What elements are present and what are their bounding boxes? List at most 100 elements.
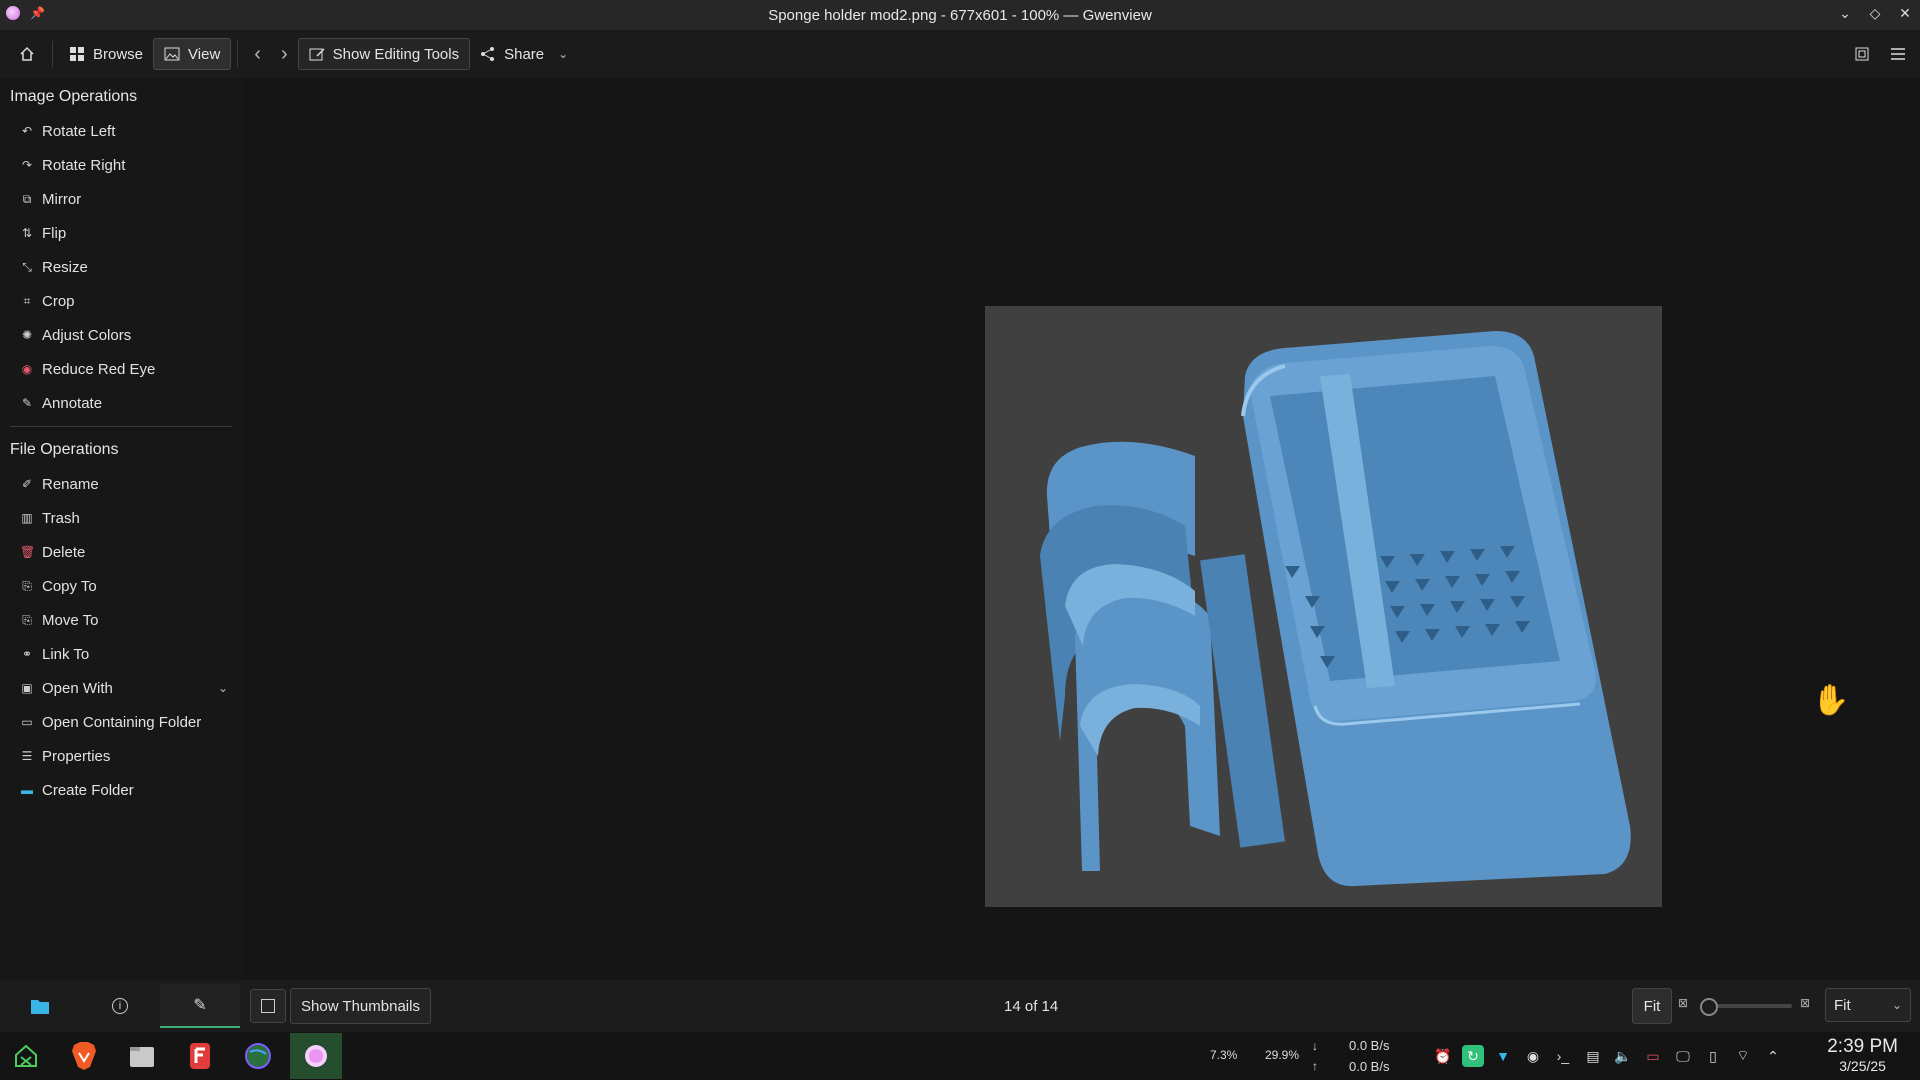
next-button[interactable]: ›: [271, 38, 298, 70]
chevron-left-icon: ‹: [254, 42, 261, 65]
sidebar-item-mirror[interactable]: ⧉ Mirror: [0, 182, 242, 216]
toggle-sidebar-button[interactable]: [250, 989, 286, 1023]
sidebar-item-move-to[interactable]: ⎘ Move To: [0, 603, 242, 637]
sidebar-item-crop[interactable]: ⌗ Crop: [0, 284, 242, 318]
upload-arrow-icon: ↑: [1312, 1059, 1318, 1073]
alarm-icon[interactable]: ⏰: [1432, 1045, 1454, 1067]
view-button[interactable]: View: [153, 38, 232, 70]
sidebar-divider: [10, 426, 232, 427]
volume-icon[interactable]: 🔈: [1612, 1045, 1634, 1067]
sidebar-item-open-containing-folder[interactable]: ▭ Open Containing Folder: [0, 705, 242, 739]
download-arrow-icon: ↓: [1312, 1039, 1318, 1053]
zoom-in-icon[interactable]: ⊠: [1800, 996, 1810, 1010]
gwenview-task-button[interactable]: [290, 1033, 342, 1079]
brave-browser-button[interactable]: [58, 1033, 110, 1079]
grid-icon: [70, 47, 84, 61]
zoom-slider[interactable]: [1700, 998, 1792, 1016]
cpu-usage: 7.3%: [1210, 1048, 1238, 1062]
displayed-image[interactable]: [985, 306, 1662, 907]
hamburger-menu-icon: [1891, 48, 1905, 60]
title-bar: 📌 Sponge holder mod2.png - 677x601 - 100…: [0, 0, 1920, 30]
file-operations-title: File Operations: [10, 441, 119, 458]
folder-open-icon: ▭: [21, 715, 33, 729]
toolbar-separator: [237, 41, 239, 67]
minimize-icon[interactable]: ⌄: [1836, 4, 1854, 22]
crop-icon: ⌗: [23, 293, 31, 308]
sidebar-item-rename[interactable]: ✐ Rename: [0, 467, 242, 501]
display-icon[interactable]: 🖵: [1672, 1045, 1694, 1067]
show-thumbnails-button[interactable]: Show Thumbnails: [290, 988, 431, 1024]
sidebar-item-label: Rotate Left: [42, 122, 116, 140]
zoom-out-icon[interactable]: ⊠: [1678, 996, 1688, 1010]
file-manager-button[interactable]: [116, 1033, 168, 1079]
sidebar-icon: [261, 999, 275, 1013]
sidebar-item-delete[interactable]: 🗑 Delete: [0, 535, 242, 569]
sidebar-item-label: Crop: [42, 292, 75, 310]
fullscreen-button[interactable]: [1844, 38, 1880, 70]
vpn-shield-icon[interactable]: ▼: [1492, 1045, 1514, 1067]
browse-button[interactable]: Browse: [59, 38, 153, 70]
mirror-icon: ⧉: [22, 191, 32, 206]
sidebar-item-rotate-left[interactable]: ↶ Rotate Left: [0, 114, 242, 148]
sidebar-item-rotate-right[interactable]: ↷ Rotate Right: [0, 148, 242, 182]
operations-tab[interactable]: ✎: [160, 984, 240, 1028]
share-button[interactable]: Share ⌄: [470, 38, 578, 70]
globe-app-button[interactable]: [232, 1033, 284, 1079]
home-button[interactable]: [8, 38, 46, 70]
sidebar-item-adjust-colors[interactable]: ✺ Adjust Colors: [0, 318, 242, 352]
red-eye-icon: ◉: [21, 362, 33, 376]
sidebar-item-copy-to[interactable]: ⎘ Copy To: [0, 569, 242, 603]
clipboard-icon[interactable]: ▤: [1582, 1045, 1604, 1067]
pin-icon[interactable]: 📌: [30, 6, 45, 20]
sidebar-item-reduce-red-eye[interactable]: ◉ Reduce Red Eye: [0, 352, 242, 386]
tray-expand-icon[interactable]: ⌃: [1762, 1045, 1784, 1067]
main-toolbar: Browse View ‹ › Show Editing Tools Share…: [0, 30, 1920, 78]
sidebar-item-label: Rename: [42, 475, 99, 493]
terminal-icon[interactable]: ›_: [1552, 1045, 1574, 1067]
fit-label: Fit: [1643, 997, 1661, 1015]
sidebar-item-label: Flip: [42, 224, 67, 242]
sidebar-item-annotate[interactable]: ✎ Annotate: [0, 386, 242, 420]
previous-button[interactable]: ‹: [244, 38, 271, 70]
hamburger-menu-button[interactable]: [1880, 38, 1916, 70]
zoom-mode-value: Fit: [1834, 996, 1851, 1014]
file-manager-icon: [130, 1047, 154, 1067]
maximize-icon[interactable]: ◇: [1866, 4, 1884, 22]
app-icon[interactable]: [6, 6, 20, 20]
flip-icon: ⇅: [21, 226, 33, 240]
folder-icon: [31, 1000, 49, 1014]
zoom-mode-select[interactable]: Fit ⌄: [1825, 988, 1911, 1022]
wifi-icon[interactable]: ⌔: [1732, 1045, 1754, 1067]
security-icon[interactable]: ◉: [1522, 1045, 1544, 1067]
zoom-slider-handle[interactable]: [1700, 998, 1718, 1016]
properties-icon: ☰: [21, 749, 33, 763]
battery-icon[interactable]: ▭: [1642, 1045, 1664, 1067]
sidebar-item-label: Properties: [42, 747, 111, 765]
fit-button[interactable]: Fit: [1632, 988, 1672, 1024]
hand-cursor-icon: ✋: [1812, 684, 1850, 717]
window-title: Sponge holder mod2.png - 677x601 - 100% …: [768, 6, 1152, 24]
chevron-right-icon: ›: [280, 42, 288, 65]
clock[interactable]: 2:39 PM 3/25/25: [1827, 1036, 1898, 1074]
show-thumbnails-label: Show Thumbnails: [301, 997, 420, 1015]
close-icon[interactable]: ✕: [1896, 4, 1914, 22]
framework-app-button[interactable]: [174, 1033, 226, 1079]
show-editing-tools-button[interactable]: Show Editing Tools: [297, 38, 471, 70]
resize-icon: ⤡: [22, 259, 32, 274]
sidebar-item-create-folder[interactable]: ▬ Create Folder: [0, 773, 242, 807]
sidebar-item-open-with[interactable]: ▣ Open With ⌄: [0, 671, 242, 705]
image-operations-title: Image Operations: [10, 88, 138, 105]
folders-tab[interactable]: [0, 984, 80, 1028]
home-icon: [20, 46, 34, 61]
storage-icon[interactable]: ▯: [1702, 1045, 1724, 1067]
sidebar-item-link-to[interactable]: ⚭ Link To: [0, 637, 242, 671]
sidebar-item-trash[interactable]: ▥ Trash: [0, 501, 242, 535]
image-viewer[interactable]: ✋: [242, 78, 1920, 980]
sidebar-item-properties[interactable]: ☰ Properties: [0, 739, 242, 773]
sidebar-item-label: Create Folder: [42, 781, 134, 799]
app-launcher-button[interactable]: [0, 1033, 52, 1079]
sync-icon[interactable]: ↻: [1462, 1045, 1484, 1067]
sidebar-item-resize[interactable]: ⤡ Resize: [0, 250, 242, 284]
information-tab[interactable]: i: [80, 984, 160, 1028]
sidebar-item-flip[interactable]: ⇅ Flip: [0, 216, 242, 250]
